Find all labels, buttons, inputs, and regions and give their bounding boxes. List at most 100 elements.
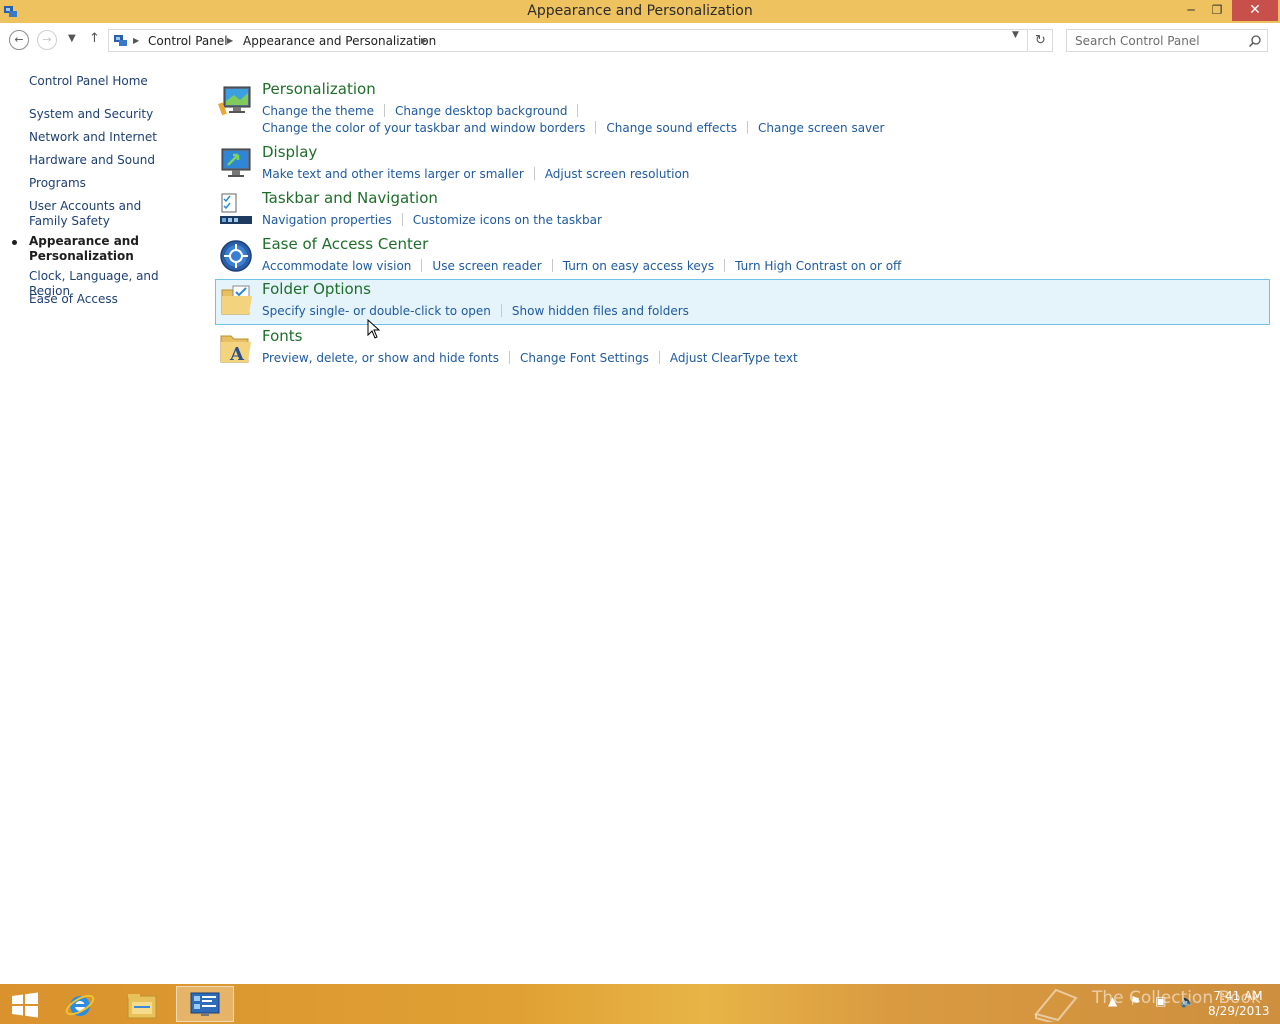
svg-text:A: A (229, 344, 245, 365)
link-change-sound-effects[interactable]: Change sound effects (606, 121, 737, 135)
divider (577, 104, 579, 117)
sidebar-item-user-accounts[interactable]: User Accounts and Family Safety (29, 199, 179, 229)
breadcrumb-separator-icon[interactable]: ▶ (227, 36, 233, 45)
taskbar-internet-explorer[interactable] (52, 986, 110, 1022)
link-change-theme[interactable]: Change the theme (262, 104, 374, 118)
link-use-screen-reader[interactable]: Use screen reader (432, 259, 541, 273)
link-adjust-screen-resolution[interactable]: Adjust screen resolution (545, 167, 690, 181)
link-change-desktop-background[interactable]: Change desktop background (395, 104, 567, 118)
maximize-button[interactable]: ❐ (1204, 0, 1230, 21)
control-panel-icon (114, 35, 127, 46)
link-navigation-properties[interactable]: Navigation properties (262, 213, 392, 227)
link-change-font-settings[interactable]: Change Font Settings (520, 351, 649, 365)
category-title[interactable]: Taskbar and Navigation (262, 189, 438, 207)
file-explorer-icon (127, 994, 157, 1019)
divider (401, 213, 403, 226)
divider (500, 304, 502, 317)
refresh-button[interactable]: ↻ (1029, 29, 1053, 52)
mouse-cursor-icon (367, 319, 381, 339)
breadcrumb-appearance[interactable]: Appearance and Personalization (243, 34, 436, 48)
ease-of-access-icon (220, 240, 252, 272)
link-make-text-larger[interactable]: Make text and other items larger or smal… (262, 167, 524, 181)
divider (421, 259, 423, 272)
search-icon[interactable] (1248, 34, 1262, 48)
taskbar-control-panel[interactable] (176, 986, 234, 1022)
link-adjust-cleartype[interactable]: Adjust ClearType text (670, 351, 798, 365)
divider (551, 259, 553, 272)
breadcrumb-control-panel[interactable]: Control Panel (148, 34, 228, 48)
sidebar-item-appearance-current: Appearance and Personalization (29, 234, 139, 263)
category-title[interactable]: Personalization (262, 80, 376, 98)
clock-date: 8/29/2013 (1208, 1004, 1270, 1018)
current-item-bullet (12, 240, 17, 245)
fonts-icon: A (220, 335, 251, 365)
sidebar-item-programs[interactable]: Programs (29, 176, 199, 191)
breadcrumb-separator-icon[interactable]: ▶ (133, 36, 139, 45)
address-dropdown-icon[interactable]: ▼ (1012, 30, 1019, 40)
link-change-screen-saver[interactable]: Change screen saver (758, 121, 885, 135)
search-box[interactable]: Search Control Panel (1066, 29, 1268, 52)
sidebar-item-ease-of-access[interactable]: Ease of Access (29, 292, 199, 307)
divider (595, 121, 597, 134)
clock[interactable]: 7:41 AM 8/29/2013 (1208, 989, 1270, 1019)
divider (658, 351, 660, 364)
up-arrow-icon[interactable]: ↑ (89, 31, 100, 46)
link-change-taskbar-color[interactable]: Change the color of your taskbar and win… (262, 121, 585, 135)
clock-time: 7:41 AM (1213, 989, 1263, 1003)
folder-options-icon (221, 285, 252, 315)
window-title: Appearance and Personalization (527, 3, 753, 19)
category-links-row2: Change the color of your taskbar and win… (262, 117, 884, 136)
internet-explorer-icon (65, 994, 95, 1016)
search-input[interactable]: Search Control Panel (1075, 34, 1200, 48)
taskbar: The Collection Book ▲ ⚑ ▣ 🔈 7:41 AM 8/29… (0, 984, 1280, 1024)
category-taskbar-navigation: Taskbar and Navigation Navigation proper… (215, 189, 1270, 235)
category-title[interactable]: Ease of Access Center (262, 235, 428, 253)
link-single-double-click[interactable]: Specify single- or double-click to open (262, 304, 491, 318)
divider (533, 167, 535, 180)
taskbar-file-explorer[interactable] (114, 986, 172, 1022)
category-ease-of-access: Ease of Access Center Accommodate low vi… (215, 235, 1270, 281)
start-button[interactable] (0, 986, 58, 1022)
display-icon (221, 148, 251, 177)
windows-logo-icon (12, 992, 38, 1018)
breadcrumb-separator-icon[interactable]: ▶ (421, 36, 427, 45)
link-preview-fonts[interactable]: Preview, delete, or show and hide fonts (262, 351, 499, 365)
link-high-contrast[interactable]: Turn High Contrast on or off (735, 259, 901, 273)
link-show-hidden-files[interactable]: Show hidden files and folders (512, 304, 689, 318)
sidebar-item-hardware-sound[interactable]: Hardware and Sound (29, 153, 199, 168)
category-links: Make text and other items larger or smal… (262, 163, 689, 182)
watermark-book-icon (1034, 988, 1078, 1022)
category-display: Display Make text and other items larger… (215, 143, 1270, 189)
divider (746, 121, 748, 134)
category-links: Navigation properties Customize icons on … (262, 209, 602, 228)
category-title[interactable]: Fonts (262, 327, 302, 345)
sidebar-item-control-panel-home[interactable]: Control Panel Home (29, 74, 199, 89)
address-toolbar: ← → ▼ ↑ ▶ Control Panel ▶ Appearance and… (0, 23, 1280, 59)
network-icon[interactable]: ▣ (1155, 994, 1166, 1008)
volume-icon[interactable]: 🔈 (1180, 994, 1195, 1008)
category-title[interactable]: Display (262, 143, 317, 161)
show-hidden-icons-button[interactable]: ▲ (1108, 994, 1117, 1008)
action-center-flag-icon[interactable]: ⚑ (1130, 994, 1141, 1008)
divider (384, 104, 386, 117)
personalization-icon (218, 86, 251, 116)
close-button[interactable]: ✕ (1232, 0, 1278, 21)
divider (724, 259, 726, 272)
recent-pages-dropdown-icon[interactable]: ▼ (68, 33, 76, 44)
link-accommodate-low-vision[interactable]: Accommodate low vision (262, 259, 411, 273)
category-title[interactable]: Folder Options (262, 280, 371, 298)
category-personalization: Personalization Change the theme Change d… (215, 80, 1270, 136)
divider (508, 351, 510, 364)
control-panel-icon (190, 992, 220, 1016)
minimize-button[interactable]: ─ (1178, 0, 1204, 21)
address-bar[interactable]: ▶ Control Panel ▶ Appearance and Persona… (108, 29, 1028, 52)
sidebar-item-network-internet[interactable]: Network and Internet (29, 130, 199, 145)
title-bar: Appearance and Personalization ─ ❐ ✕ (0, 0, 1280, 23)
forward-button[interactable]: → (37, 30, 57, 50)
taskbar-icon (220, 193, 252, 224)
back-button[interactable]: ← (9, 30, 29, 50)
category-links: Preview, delete, or show and hide fonts C… (262, 347, 798, 366)
link-easy-access-keys[interactable]: Turn on easy access keys (563, 259, 714, 273)
link-customize-taskbar-icons[interactable]: Customize icons on the taskbar (413, 213, 602, 227)
sidebar-item-system-security[interactable]: System and Security (29, 107, 199, 122)
